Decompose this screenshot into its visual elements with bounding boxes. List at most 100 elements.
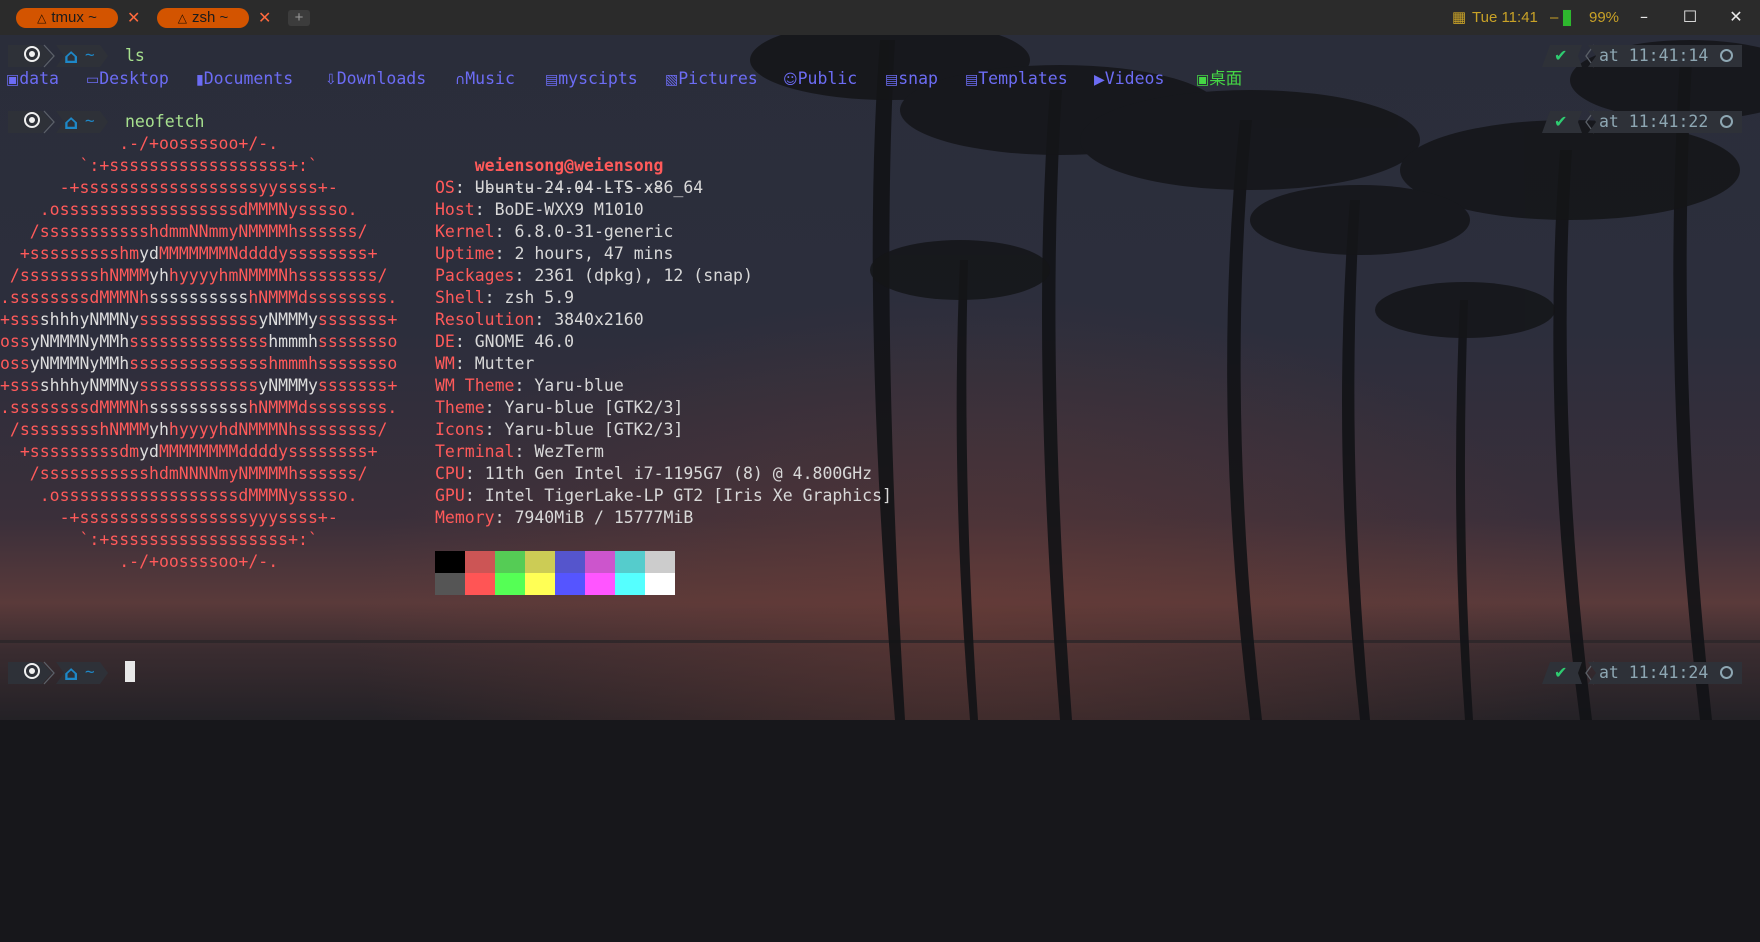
logo-segment: ssssssssssssss: [129, 332, 269, 351]
palette-swatch: [525, 551, 555, 573]
info-row: OS: Ubuntu 24.04 LTS x86_64: [435, 177, 703, 199]
info-key: DE: [435, 332, 455, 351]
logo-segment: yh: [149, 420, 169, 439]
info-row: Shell: zsh 5.9: [435, 287, 574, 309]
info-row: Uptime: 2 hours, 47 mins: [435, 243, 673, 265]
status-separator: –: [1550, 9, 1559, 26]
logo-line: ossyNMMMNyMMhsssssssssssssshmmmhssssssso: [0, 331, 397, 353]
ls-entry-label: data: [19, 69, 59, 88]
info-colon: :: [464, 464, 485, 483]
info-value: Ubuntu 24.04 LTS x86_64: [474, 178, 704, 197]
logo-segment: ssssssssssss: [139, 310, 259, 329]
linux-icon: △: [37, 11, 47, 25]
palette-swatch: [615, 551, 645, 573]
info-colon: :: [494, 244, 515, 263]
info-colon: :: [494, 222, 515, 241]
home-dir-text: ~: [85, 45, 95, 64]
logo-segment: .ossssssssssssssssssdMMMNysssso.: [0, 200, 358, 219]
logo-segment: hmmmh: [268, 332, 318, 351]
info-key: Shell: [435, 288, 485, 307]
logo-line: /ssssssssssshdmmNNmmyNMMMMhssssss/: [0, 221, 368, 243]
linux-icon: △: [177, 11, 187, 25]
book-icon: ▮: [196, 72, 204, 88]
tab-label: zsh ~: [191, 9, 229, 26]
download-icon: ⇩: [325, 72, 337, 88]
logo-segment: MMMMMMMMddddyssssssss+: [158, 442, 378, 461]
clock-text: Tue 11:41: [1472, 9, 1538, 26]
ls-entry-Templates: ▤Templates: [965, 68, 1068, 91]
new-tab-button[interactable]: +: [288, 10, 310, 26]
logo-line: +sssshhhyNMMNyssssssssssssyNMMMysssssss+: [0, 375, 397, 397]
logo-line: .ssssssssdMMMNhsssssssssshNMMMdssssssss.: [0, 397, 397, 419]
tab-zsh[interactable]: △ zsh ~: [157, 8, 249, 28]
info-key: Resolution: [435, 310, 535, 329]
palette-swatch: [465, 551, 495, 573]
logo-segment: yd: [139, 244, 159, 263]
os-icon-dot: [29, 668, 35, 674]
info-value: zsh 5.9: [504, 288, 575, 307]
user-icon: ☺: [783, 72, 798, 88]
success-check-icon: ✔: [1554, 46, 1568, 65]
logo-line: +ssssssssshmydMMMMMMMNddddyssssssss+: [0, 243, 378, 265]
os-icon-dot: [29, 51, 35, 57]
command-timestamp: at 11:41:22: [1599, 112, 1709, 131]
palette-swatch: [525, 573, 555, 595]
logo-segment: oss: [0, 332, 30, 351]
ls-entry-label: snap: [898, 69, 938, 88]
command-text: neofetch: [125, 112, 205, 131]
os-icon-dot: [29, 117, 35, 123]
palette-swatch: [645, 573, 675, 595]
clock-icon: [1720, 666, 1733, 679]
info-key: WM: [435, 354, 455, 373]
prompt-segment: ⌂ ~: [0, 661, 120, 685]
logo-segment: sssssss+: [317, 376, 398, 395]
home-dir-text: ~: [85, 111, 95, 130]
logo-segment: yNMMMNyMMh: [29, 354, 130, 373]
ls-entry-桌面: ▣桌面: [1196, 68, 1242, 91]
logo-line: .ssssssssdMMMNhsssssssssshNMMMdssssssss.: [0, 287, 397, 309]
ls-entry-Pictures: ▧Pictures: [665, 68, 758, 91]
info-key: Kernel: [435, 222, 495, 241]
minimize-button[interactable]: –: [1634, 7, 1654, 27]
close-tab-zsh-icon[interactable]: ✕: [258, 8, 271, 28]
maximize-button[interactable]: ☐: [1680, 7, 1700, 27]
folder-open-icon: ▤: [545, 72, 559, 88]
tab-tmux[interactable]: △ tmux ~: [16, 8, 118, 28]
logo-segment: yNMMMy: [258, 376, 318, 395]
folder-icon: ▣: [6, 72, 20, 88]
palette-swatch: [495, 551, 525, 573]
info-row: Packages: 2361 (dpkg), 12 (snap): [435, 265, 753, 287]
info-key: WM Theme: [435, 376, 515, 395]
info-key: OS: [435, 178, 455, 197]
logo-segment: +sssssssssdm: [0, 442, 140, 461]
palette-swatch: [495, 573, 525, 595]
home-icon: ⌂: [64, 44, 79, 68]
logo-segment: /ssssssssssshdmmNNmmyNMMMMhssssss/: [0, 222, 368, 241]
close-window-button[interactable]: ✕: [1726, 7, 1746, 27]
command-timestamp: at 11:41:14: [1599, 46, 1709, 65]
logo-line: +sssshhhyNMMNyssssssssssssyNMMMysssssss+: [0, 309, 397, 331]
ls-entry-label: Documents: [203, 69, 294, 88]
info-row: GPU: Intel TigerLake-LP GT2 [Iris Xe Gra…: [435, 485, 892, 507]
neofetch-title: weiensong@weiensong: [474, 156, 664, 175]
info-colon: :: [464, 486, 485, 505]
battery-percent: 99%: [1589, 9, 1620, 26]
ls-entry-myscipts: ▤myscipts: [545, 68, 638, 91]
info-key: Host: [435, 200, 475, 219]
monitor-icon: ▭: [86, 72, 100, 88]
ls-entry-label: myscipts: [558, 69, 638, 88]
logo-segment: oss: [0, 354, 30, 373]
info-key: CPU: [435, 464, 465, 483]
palette-swatch: [615, 573, 645, 595]
info-row: Resolution: 3840x2160: [435, 309, 644, 331]
logo-line: +sssssssssdmydMMMMMMMMddddyssssssss+: [0, 441, 378, 463]
command-timestamp: at 11:41:24: [1599, 663, 1709, 682]
prompt-segment: ⌂ ~: [0, 110, 120, 134]
info-value: Yaru-blue [GTK2/3]: [504, 398, 684, 417]
info-key: Uptime: [435, 244, 495, 263]
prompt-segment: ⌂ ~: [0, 44, 120, 68]
info-colon: :: [484, 288, 505, 307]
close-tab-tmux-icon[interactable]: ✕: [127, 8, 140, 28]
info-row: Kernel: 6.8.0-31-generic: [435, 221, 673, 243]
logo-segment: ssssssssss: [149, 288, 249, 307]
